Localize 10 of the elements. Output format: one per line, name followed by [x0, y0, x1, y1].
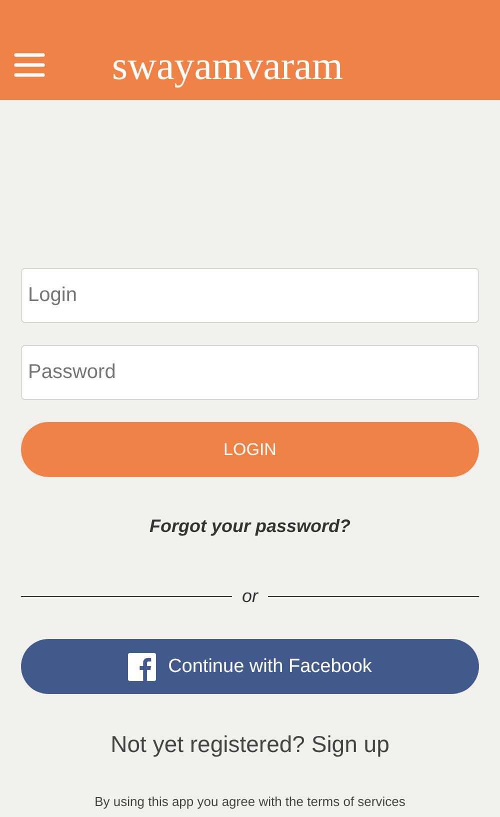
login-field[interactable]: Login — [21, 268, 479, 323]
terms-text: By using this app you agree with the terms of services — [94, 794, 406, 809]
menu-icon[interactable] — [14, 52, 45, 78]
signup-link[interactable]: Not yet registered? Sign up — [110, 731, 390, 758]
facebook-button[interactable]: Continue with Facebook — [21, 639, 479, 694]
or-divider-label: or — [242, 586, 258, 607]
forgot-password-link[interactable]: Forgot your password? — [149, 516, 350, 537]
app-title: swayamvaram — [112, 46, 344, 86]
password-field[interactable]: Password — [21, 345, 479, 400]
facebook-icon — [128, 652, 156, 680]
